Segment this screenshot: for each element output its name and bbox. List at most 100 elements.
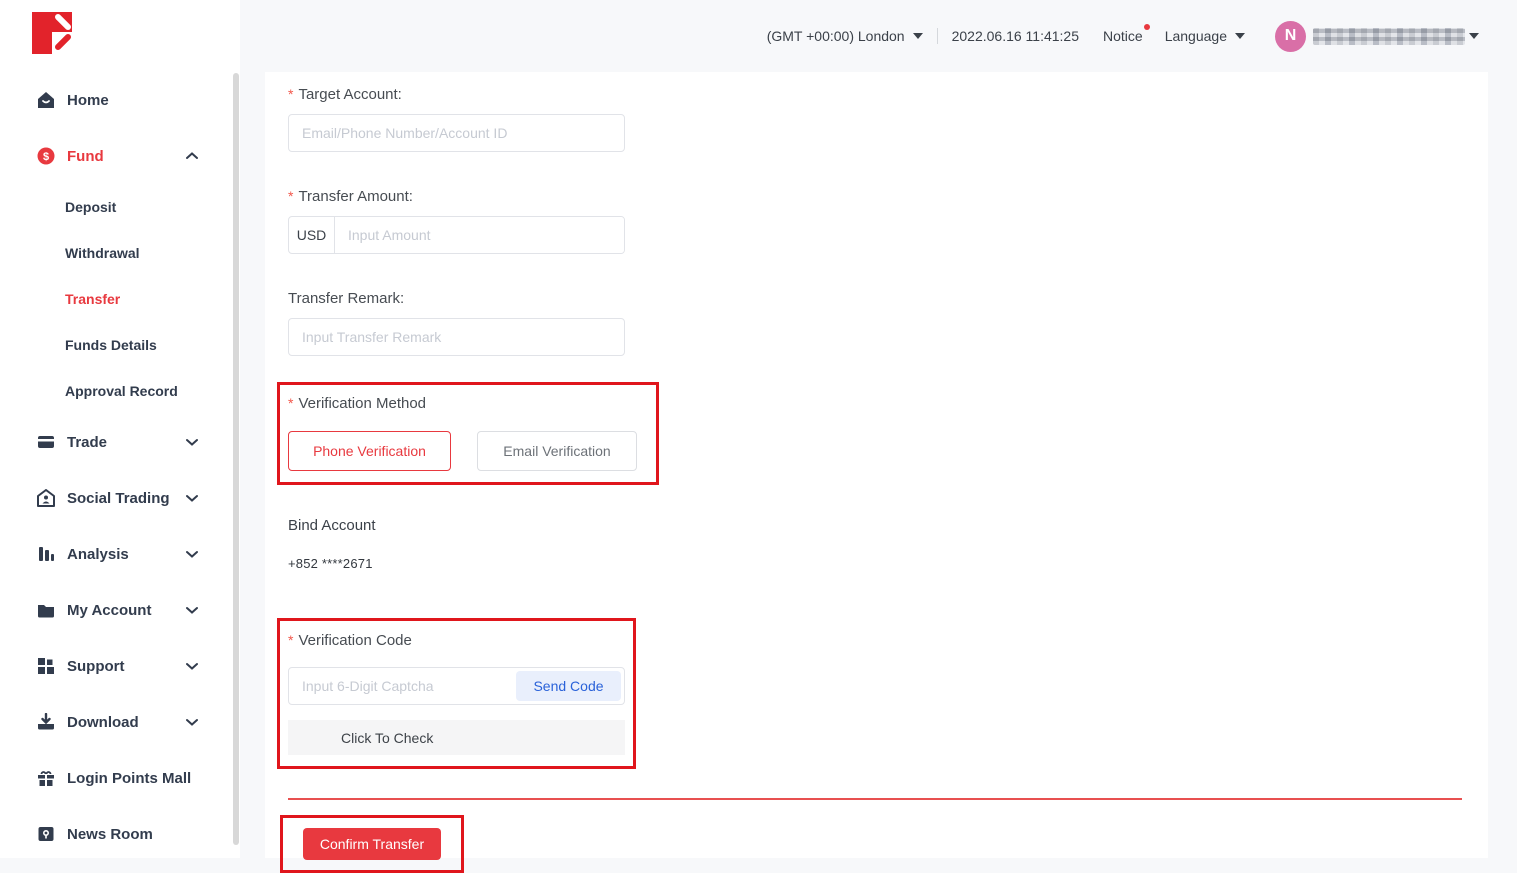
- chevron-down-icon: [186, 718, 198, 726]
- social-trading-icon: [37, 489, 55, 507]
- chevron-down-icon: [186, 550, 198, 558]
- sidebar-item-my-account[interactable]: My Account: [0, 582, 240, 638]
- confirm-transfer-button[interactable]: Confirm Transfer: [303, 828, 441, 860]
- language-label: Language: [1165, 28, 1227, 44]
- topbar: (GMT +00:00) London 2022.06.16 11:41:25 …: [240, 0, 1517, 72]
- required-marker: *: [288, 395, 293, 411]
- folder-icon: [37, 601, 55, 619]
- sidebar-item-label: Funds Details: [65, 337, 157, 353]
- verification-code-annotation-box: * Verification Code Send Code Click To C…: [277, 618, 636, 769]
- confirm-annotation-box: Confirm Transfer: [280, 815, 464, 873]
- chevron-down-icon: [913, 33, 923, 39]
- sidebar-item-trade[interactable]: Trade: [0, 414, 240, 470]
- transfer-amount-input[interactable]: [335, 217, 624, 253]
- transfer-form-panel: * Target Account: * Transfer Amount: USD…: [265, 72, 1488, 858]
- field-label: Verification Code: [298, 632, 411, 649]
- transfer-remark-input[interactable]: [288, 318, 625, 356]
- username-redacted: [1313, 28, 1465, 45]
- captcha-check-bar[interactable]: Click To Check: [288, 720, 625, 755]
- sidebar-item-label: Transfer: [65, 291, 120, 307]
- sidebar-item-label: News Room: [67, 826, 153, 843]
- chevron-down-icon[interactable]: [1469, 33, 1479, 39]
- timezone-selector[interactable]: (GMT +00:00) London: [767, 28, 923, 44]
- fund-submenu: Deposit Withdrawal Transfer Funds Detail…: [0, 184, 240, 414]
- sidebar-item-label: Social Trading: [67, 490, 170, 507]
- verification-method-annotation-box: * Verification Method Phone Verification…: [277, 382, 659, 485]
- datetime-label: 2022.06.16 11:41:25: [952, 28, 1079, 44]
- sidebar-item-support[interactable]: Support: [0, 638, 240, 694]
- captcha-check-label: Click To Check: [341, 730, 433, 746]
- required-marker: *: [288, 86, 293, 102]
- sidebar-item-fund[interactable]: $ Fund: [0, 128, 240, 184]
- download-icon: [37, 713, 55, 731]
- sidebar-item-download[interactable]: Download: [0, 694, 240, 750]
- home-icon: [37, 91, 55, 109]
- transfer-remark-group: Transfer Remark:: [288, 288, 1488, 356]
- phone-verification-button[interactable]: Phone Verification: [288, 431, 451, 471]
- language-selector[interactable]: Language: [1165, 28, 1245, 44]
- currency-prefix: USD: [289, 217, 335, 253]
- transfer-remark-label: Transfer Remark:: [288, 288, 1488, 308]
- required-marker: *: [288, 188, 293, 204]
- required-marker: *: [288, 632, 293, 648]
- transfer-amount-input-wrap: USD: [288, 216, 625, 254]
- sidebar-item-label: Login Points Mall: [67, 770, 191, 787]
- sidebar-item-deposit[interactable]: Deposit: [0, 184, 240, 230]
- svg-text:$: $: [43, 151, 49, 163]
- fund-icon: $: [37, 147, 55, 165]
- sidebar-item-label: My Account: [67, 602, 151, 619]
- target-account-group: * Target Account:: [288, 84, 1488, 152]
- sidebar-item-label: Download: [67, 714, 139, 731]
- bind-account-label: Bind Account: [288, 517, 1488, 534]
- sidebar-item-funds-details[interactable]: Funds Details: [0, 322, 240, 368]
- sidebar-item-news-room[interactable]: News Room: [0, 806, 240, 862]
- sidebar-item-withdrawal[interactable]: Withdrawal: [0, 230, 240, 276]
- chevron-down-icon: [1235, 33, 1245, 39]
- sidebar-item-analysis[interactable]: Analysis: [0, 526, 240, 582]
- notice-label: Notice: [1103, 28, 1143, 44]
- verification-method-options: Phone Verification Email Verification: [288, 431, 656, 471]
- grid-icon: [37, 657, 55, 675]
- sidebar: Home $ Fund Deposit Withdrawal Transfer …: [0, 0, 240, 858]
- target-account-label: * Target Account:: [288, 84, 1488, 104]
- chevron-down-icon: [186, 494, 198, 502]
- target-account-input[interactable]: [288, 114, 625, 152]
- email-verification-button[interactable]: Email Verification: [477, 431, 637, 471]
- section-divider: [288, 798, 1462, 800]
- brand-logo-icon[interactable]: [32, 10, 74, 56]
- divider: [937, 28, 938, 44]
- verification-code-label: * Verification Code: [288, 630, 633, 650]
- sidebar-item-label: Fund: [67, 148, 104, 165]
- trade-icon: [37, 433, 55, 451]
- sidebar-item-label: Analysis: [67, 546, 129, 563]
- chevron-down-icon: [186, 438, 198, 446]
- sidebar-item-label: Support: [67, 658, 125, 675]
- sidebar-item-transfer[interactable]: Transfer: [0, 276, 240, 322]
- sidebar-item-login-points-mall[interactable]: Login Points Mall: [0, 750, 240, 806]
- field-label: Target Account:: [298, 86, 401, 103]
- sidebar-item-label: Trade: [67, 434, 107, 451]
- sidebar-item-approval-record[interactable]: Approval Record: [0, 368, 240, 414]
- news-pin-icon: [37, 825, 55, 843]
- timezone-label: (GMT +00:00) London: [767, 28, 905, 44]
- sidebar-item-label: Deposit: [65, 199, 116, 215]
- sidebar-item-label: Home: [67, 92, 109, 109]
- transfer-amount-group: * Transfer Amount: USD: [288, 186, 1488, 254]
- avatar[interactable]: N: [1275, 21, 1306, 52]
- sidebar-item-label: Approval Record: [65, 383, 178, 399]
- field-label: Transfer Amount:: [298, 188, 413, 205]
- send-code-button[interactable]: Send Code: [516, 671, 621, 701]
- sidebar-scrollbar[interactable]: [233, 73, 239, 845]
- chevron-down-icon: [186, 662, 198, 670]
- sidebar-item-social-trading[interactable]: Social Trading: [0, 470, 240, 526]
- analysis-icon: [37, 545, 55, 563]
- chevron-down-icon: [186, 606, 198, 614]
- chevron-up-icon: [186, 152, 198, 160]
- verification-code-row: Send Code: [288, 667, 625, 705]
- gift-icon: [37, 769, 55, 787]
- transfer-amount-label: * Transfer Amount:: [288, 186, 1488, 206]
- notice-link[interactable]: Notice: [1103, 28, 1143, 44]
- verification-method-label: * Verification Method: [288, 393, 656, 413]
- sidebar-item-home[interactable]: Home: [0, 72, 240, 128]
- notification-dot: [1144, 24, 1150, 30]
